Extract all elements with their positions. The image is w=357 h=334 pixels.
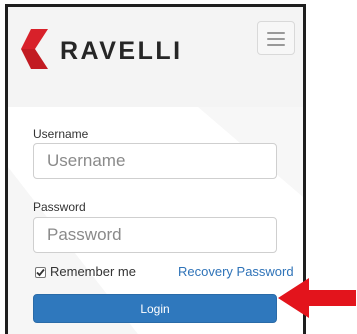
app-header: RAVELLI	[8, 7, 303, 96]
ravelli-logo-icon	[21, 29, 48, 69]
login-button[interactable]: Login	[33, 294, 277, 323]
header-shade	[8, 95, 303, 107]
hamburger-menu-icon	[267, 32, 285, 34]
remember-me-checkbox[interactable]	[35, 267, 46, 278]
brand-name: RAVELLI	[60, 37, 183, 65]
username-label: Username	[33, 127, 89, 141]
phone-frame: RAVELLI Username Password Remember me Re…	[5, 4, 306, 334]
remember-me-label[interactable]: Remember me	[50, 264, 136, 279]
checkmark-icon	[36, 268, 45, 277]
username-input[interactable]	[33, 143, 277, 179]
menu-button[interactable]	[257, 21, 295, 55]
red-arrow-icon	[278, 278, 356, 318]
password-label: Password	[33, 200, 86, 214]
password-input[interactable]	[33, 217, 277, 253]
